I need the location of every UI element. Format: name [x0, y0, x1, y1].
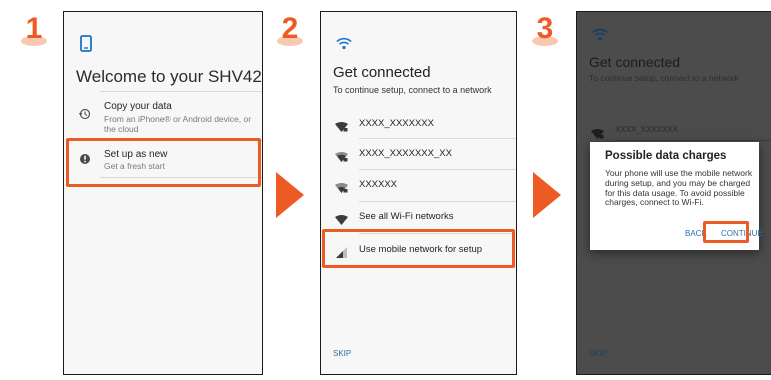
page-title: Get connected [333, 64, 431, 81]
network-name: XXXXXX [359, 179, 398, 190]
dialog-message: Your phone will use the mobile network d… [605, 168, 753, 208]
step-number-1: 1 [18, 8, 50, 48]
step-number-3-text: 3 [537, 12, 554, 45]
restore-icon [79, 107, 91, 125]
phone-screen-get-connected: Get connected To continue setup, connect… [320, 11, 517, 375]
divider [100, 91, 262, 92]
step-number-2: 2 [274, 8, 306, 48]
wifi-lock-icon [335, 149, 348, 167]
divider [615, 140, 771, 141]
highlight-use-mobile-network [322, 229, 515, 268]
option-title: Copy your data [104, 101, 172, 112]
step-number-1-text: 1 [26, 12, 43, 45]
divider [359, 169, 516, 170]
skip-button[interactable]: SKIP [333, 349, 351, 358]
phone-icon [80, 35, 92, 57]
next-step-arrow [276, 172, 304, 218]
divider [359, 138, 516, 139]
phone-screen-data-charges-dialog: Get connected To continue setup, connect… [576, 11, 771, 375]
page-subtitle: To continue setup, connect to a network [333, 85, 492, 95]
network-name: XXXX_XXXXXXX [359, 118, 434, 129]
network-name: XXXX_XXXXXXX_XX [359, 148, 452, 159]
step-number-2-text: 2 [282, 12, 299, 45]
highlight-continue-button [703, 221, 749, 243]
option-subtitle: From an iPhone® or Android device, or th… [104, 114, 252, 134]
highlight-set-up-as-new [66, 138, 261, 187]
divider [359, 201, 516, 202]
network-name: See all Wi-Fi networks [359, 211, 454, 222]
network-item[interactable]: XXXXXX [321, 172, 516, 198]
wifi-lock-icon [335, 119, 348, 137]
dialog-title: Possible data charges [605, 150, 727, 162]
network-name: XXXX_XXXXXXX [615, 125, 679, 134]
welcome-title: Welcome to your SHV42 [76, 67, 262, 86]
network-item[interactable]: XXXX_XXXXXXX [321, 110, 516, 136]
phone-screen-welcome: Welcome to your SHV42 Copy your data Fro… [63, 11, 263, 375]
skip-button[interactable]: SKIP [589, 349, 607, 358]
wifi-icon [336, 37, 352, 55]
copy-your-data-option[interactable]: Copy your data From an iPhone® or Androi… [64, 94, 262, 136]
network-item[interactable]: XXXX_XXXXXXX_XX [321, 141, 516, 167]
wifi-icon [335, 212, 348, 230]
step-number-3: 3 [529, 8, 561, 48]
see-all-wifi-networks-item[interactable]: See all Wi-Fi networks [321, 204, 516, 230]
page-title: Get connected [589, 54, 681, 70]
wifi-icon [592, 28, 608, 46]
wifi-lock-icon [335, 180, 348, 198]
page-subtitle: To continue setup, connect to a network [589, 73, 739, 83]
next-step-arrow [533, 172, 561, 218]
